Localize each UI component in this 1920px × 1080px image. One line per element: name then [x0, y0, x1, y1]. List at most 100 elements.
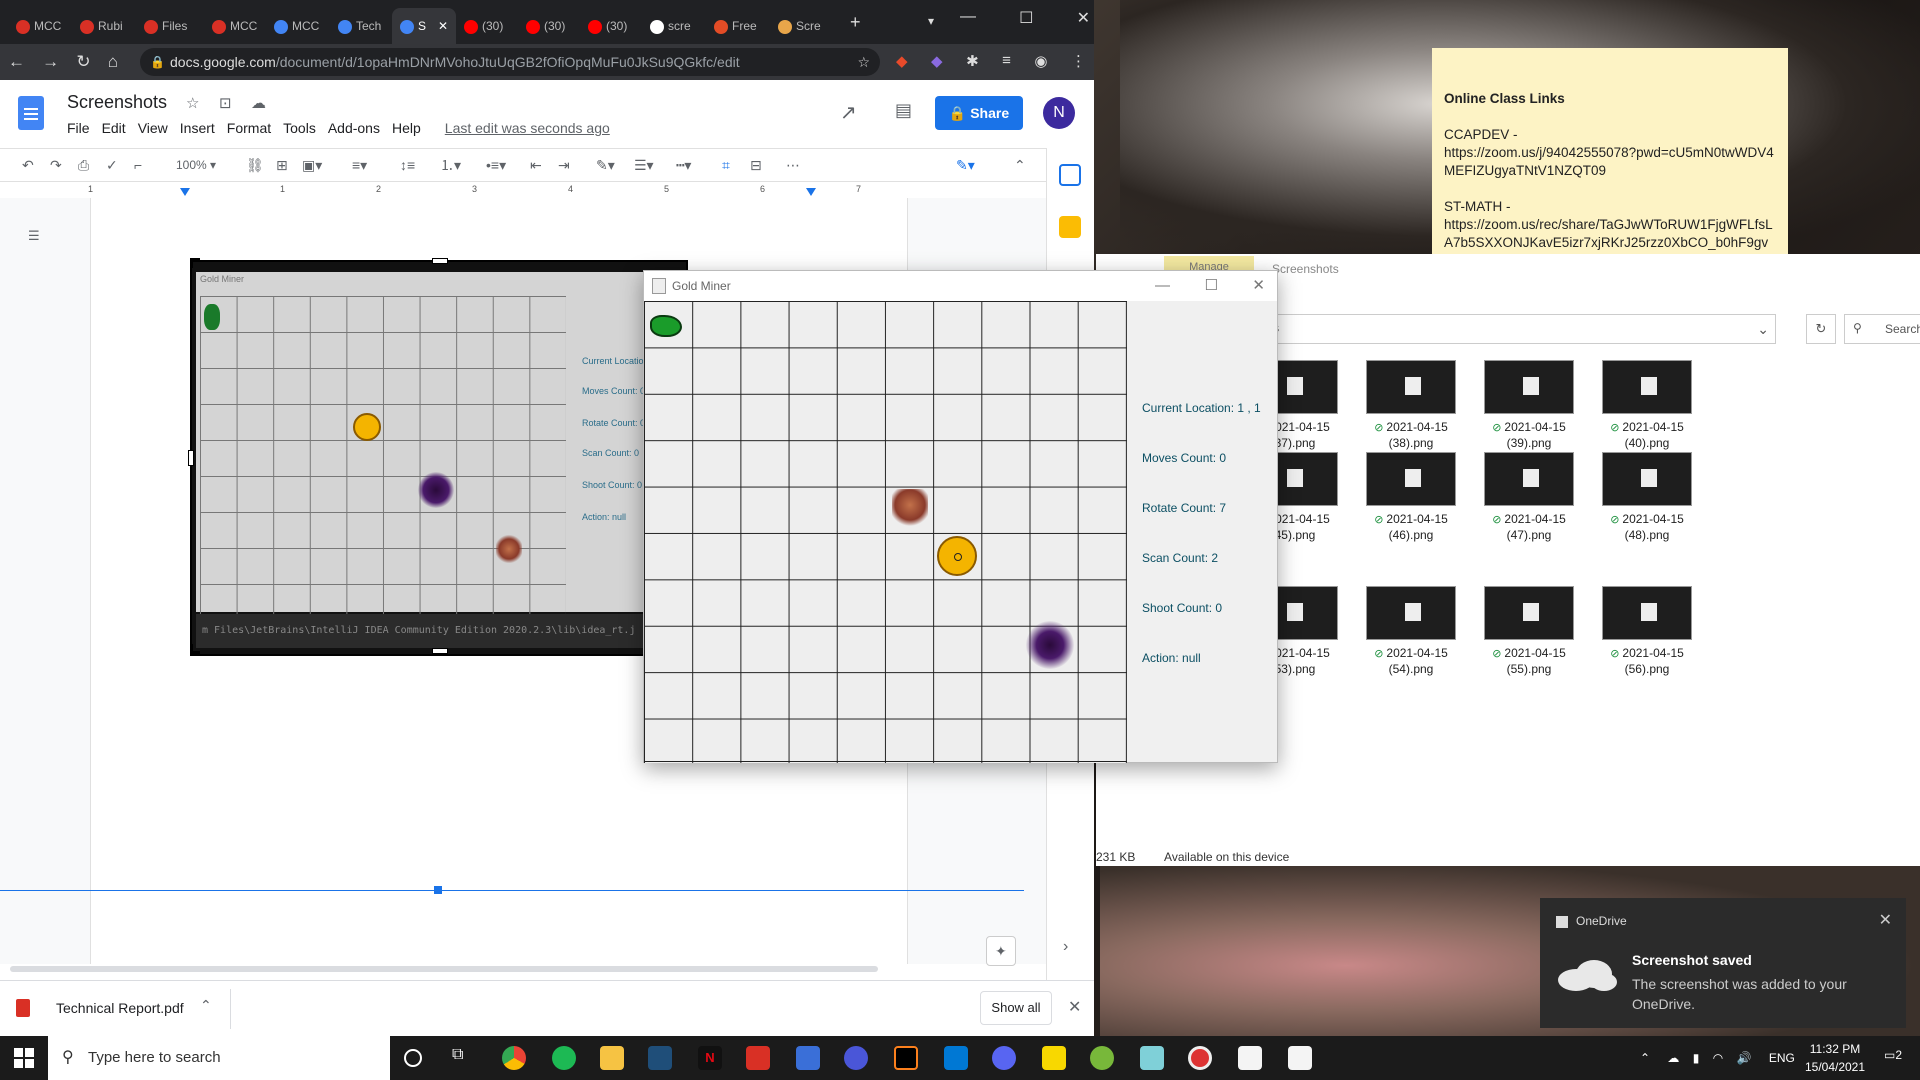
sticky-notes-icon[interactable]	[1042, 1046, 1066, 1070]
close-icon[interactable]: ✕	[1252, 271, 1265, 301]
file-thumbnail[interactable]: ⊘ 2021-04-15 (48).png	[1602, 452, 1692, 543]
download-item[interactable]: Technical Report.pdf	[56, 1000, 184, 1016]
file-thumbnail[interactable]: ⊘ 2021-04-15 (47).png	[1484, 452, 1574, 543]
menu-item[interactable]: Format	[227, 120, 271, 136]
close-icon[interactable]: ✕	[438, 8, 448, 44]
file-thumbnail[interactable]: ⊘ 2021-04-15 (40).png	[1602, 360, 1692, 451]
new-tab-icon[interactable]: +	[850, 12, 861, 33]
tab-5[interactable]: Tech	[330, 8, 392, 44]
explore-button[interactable]: ✦	[986, 936, 1016, 966]
outline-icon[interactable]: ☰	[28, 228, 46, 244]
menu-item[interactable]: Insert	[180, 120, 215, 136]
align-icon[interactable]: ≡▾	[352, 149, 367, 181]
embedded-screenshot[interactable]: Gold Miner Current Location Moves Count:…	[188, 258, 688, 656]
numbered-list-icon[interactable]: ⒈▾	[440, 149, 461, 181]
wifi-icon[interactable]: ◠	[1713, 1051, 1723, 1065]
chevron-down-icon[interactable]: ⌄	[1757, 321, 1769, 338]
reload-icon[interactable]: ↻	[76, 52, 90, 72]
docs-logo-icon[interactable]	[18, 96, 44, 130]
app-icon[interactable]	[1140, 1046, 1164, 1070]
resize-handle[interactable]	[432, 648, 448, 654]
menu-item[interactable]: Tools	[283, 120, 316, 136]
task-view-icon[interactable]: ⧉	[452, 1046, 476, 1070]
utorrent-icon[interactable]	[1090, 1046, 1114, 1070]
activity-trend-icon[interactable]: ↗	[840, 100, 857, 125]
tab-6[interactable]: S ✕	[392, 8, 456, 44]
resize-handle[interactable]	[190, 258, 200, 268]
home-icon[interactable]: ⌂	[108, 52, 118, 72]
maximize-icon[interactable]: ☐	[1019, 8, 1033, 28]
tab-3[interactable]: MCC	[204, 8, 266, 44]
game-grid[interactable]	[644, 301, 1127, 763]
comments-icon[interactable]: ▤	[895, 100, 912, 121]
resize-handle[interactable]	[434, 886, 442, 894]
windows-start-icon[interactable]	[14, 1048, 34, 1068]
address-bar[interactable]: 🔒 docs.google.com/document/d/1opaHmDNrMV…	[140, 48, 880, 76]
file-thumbnail[interactable]: ⊘ 2021-04-15 (39).png	[1484, 360, 1574, 451]
battery-icon[interactable]: ▮	[1693, 1051, 1700, 1065]
volume-icon[interactable]: 🔊	[1737, 1051, 1752, 1065]
minimize-icon[interactable]: —	[960, 8, 976, 28]
keep-icon[interactable]	[1059, 216, 1081, 238]
explorer-search-box[interactable]: ⚲ Search	[1844, 314, 1920, 344]
profile-icon[interactable]: ◉	[1034, 52, 1047, 70]
bulleted-list-icon[interactable]: •≡▾	[486, 149, 506, 181]
onedrive-icon[interactable]: ☁	[1667, 1051, 1679, 1065]
left-indent-marker[interactable]	[180, 188, 190, 196]
file-thumbnail[interactable]: ⊘ 2021-04-15 (55).png	[1484, 586, 1574, 677]
spotify-icon[interactable]	[552, 1046, 576, 1070]
insert-image-icon[interactable]: ▣▾	[302, 149, 322, 181]
tab-9[interactable]: (30)	[580, 8, 642, 44]
extension-icon[interactable]: ◆	[931, 52, 943, 70]
minimize-icon[interactable]: —	[1155, 271, 1170, 301]
file-explorer-icon[interactable]	[600, 1046, 624, 1070]
file-thumbnail[interactable]: ⊘ 2021-04-15 (46).png	[1366, 452, 1456, 543]
link-icon[interactable]: ⛓	[246, 149, 264, 181]
move-folder-icon[interactable]: ⊡	[219, 94, 232, 112]
share-button[interactable]: 🔒 Share	[935, 96, 1023, 130]
more-icon[interactable]: ⋯	[786, 149, 800, 181]
close-icon[interactable]: ✕	[1077, 8, 1090, 28]
file-thumbnail[interactable]: ⊘ 2021-04-15 (38).png	[1366, 360, 1456, 451]
star-icon[interactable]: ☆	[186, 94, 199, 112]
dev-app-icon[interactable]	[796, 1046, 820, 1070]
undo-icon[interactable]: ↶	[22, 149, 34, 181]
tab-10[interactable]: scre	[642, 8, 704, 44]
paint-format-icon[interactable]: ⌐	[134, 149, 142, 181]
chrome-icon[interactable]	[502, 1046, 526, 1070]
kebab-menu-icon[interactable]: ⋮	[1071, 52, 1086, 70]
document-title[interactable]: Screenshots	[67, 92, 167, 113]
replace-image-icon[interactable]: ⊟	[750, 149, 762, 181]
acrobat-icon[interactable]	[746, 1046, 770, 1070]
resize-handle[interactable]	[432, 258, 448, 264]
tab-0[interactable]: MCC	[8, 8, 70, 44]
calendar-icon[interactable]	[1059, 164, 1081, 186]
editing-mode-icon[interactable]: ✎▾	[956, 149, 975, 181]
discord-icon[interactable]	[992, 1046, 1016, 1070]
spellcheck-icon[interactable]: ✓	[106, 149, 118, 181]
border-weight-icon[interactable]: ☰▾	[634, 149, 654, 181]
menu-item[interactable]: Edit	[102, 120, 126, 136]
last-edit-link[interactable]: Last edit was seconds ago	[445, 120, 610, 136]
line-spacing-icon[interactable]: ↕≡	[400, 149, 415, 181]
app-icon[interactable]	[844, 1046, 868, 1070]
tab-search-icon[interactable]: ▾	[928, 14, 934, 28]
tab-4[interactable]: MCC	[266, 8, 328, 44]
border-dash-icon[interactable]: ┅▾	[676, 149, 691, 181]
app-icon[interactable]	[648, 1046, 672, 1070]
menu-item[interactable]: File	[67, 120, 90, 136]
refresh-icon[interactable]: ↻	[1806, 314, 1836, 344]
avatar[interactable]: N	[1043, 97, 1075, 129]
decrease-indent-icon[interactable]: ⇤	[530, 149, 542, 181]
puzzle-icon[interactable]: ✱	[966, 52, 979, 70]
tab-2[interactable]: Files	[136, 8, 198, 44]
intellij-icon[interactable]	[894, 1046, 918, 1070]
clock[interactable]: 11:32 PM 15/04/2021	[1790, 1040, 1880, 1076]
print-icon[interactable]: ⎙	[78, 149, 89, 181]
tab-7[interactable]: (30)	[456, 8, 518, 44]
tab-1[interactable]: Rubi	[72, 8, 134, 44]
redo-icon[interactable]: ↷	[50, 149, 62, 181]
notification-center[interactable]: ▭2	[1884, 1048, 1902, 1062]
resize-handle[interactable]	[188, 450, 194, 466]
extension-icon[interactable]: ◆	[896, 52, 908, 70]
